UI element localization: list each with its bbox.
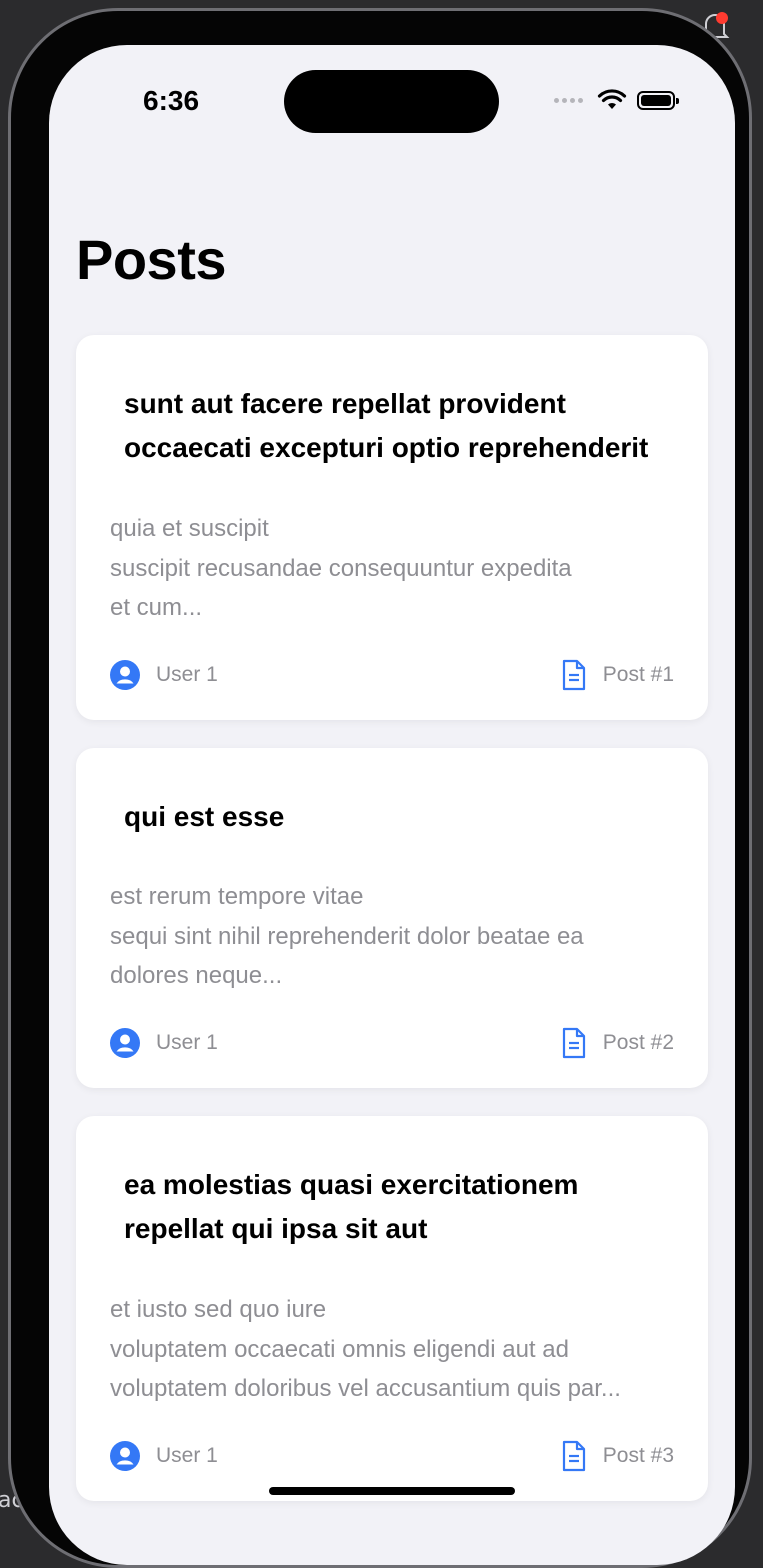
post-card[interactable]: ea molestias quasi exercitationem repell…: [76, 1116, 708, 1501]
post-title: qui est esse: [124, 801, 285, 832]
post-card[interactable]: qui est esse est rerum tempore vitae seq…: [76, 748, 708, 1088]
user-circle-icon: [110, 1028, 140, 1058]
post-meta: User 1 Post #1: [110, 659, 674, 691]
post-number: Post #3: [602, 1444, 674, 1467]
status-time: 6:36: [143, 85, 200, 116]
post-card[interactable]: sunt aut facere repellat provident occae…: [76, 335, 708, 720]
phone-frame: 6:36 Posts sunt aut facere repellat prov…: [8, 8, 752, 1568]
battery-icon: [637, 90, 679, 110]
post-author: User 1: [156, 1444, 218, 1467]
dynamic-island: [284, 70, 499, 133]
document-icon: [562, 1027, 585, 1059]
post-number: Post #2: [602, 1031, 674, 1054]
post-meta: User 1 Post #3: [110, 1440, 674, 1472]
post-title: ea molestias quasi exercitationem repell…: [124, 1169, 579, 1244]
post-author: User 1: [156, 1031, 218, 1054]
cellular-signal-icon: [554, 97, 583, 103]
document-icon: [562, 1440, 585, 1472]
post-title: sunt aut facere repellat provident occae…: [124, 388, 649, 463]
app-screen: 6:36 Posts sunt aut facere repellat prov…: [49, 45, 735, 1565]
post-author: User 1: [156, 663, 218, 686]
post-number: Post #1: [602, 663, 674, 686]
status-icons: [554, 89, 679, 111]
page-title: Posts: [76, 228, 227, 291]
home-indicator[interactable]: [269, 1487, 515, 1495]
post-body: est rerum tempore vitae sequi sint nihil…: [110, 883, 584, 989]
post-body: quia et suscipit suscipit recusandae con…: [110, 515, 572, 621]
post-body: et iusto sed quo iure voluptatem occaeca…: [110, 1296, 621, 1402]
post-meta: User 1 Post #2: [110, 1027, 674, 1059]
document-icon: [562, 659, 585, 691]
wifi-icon: [597, 89, 627, 109]
user-circle-icon: [110, 1441, 140, 1471]
user-circle-icon: [110, 660, 140, 690]
